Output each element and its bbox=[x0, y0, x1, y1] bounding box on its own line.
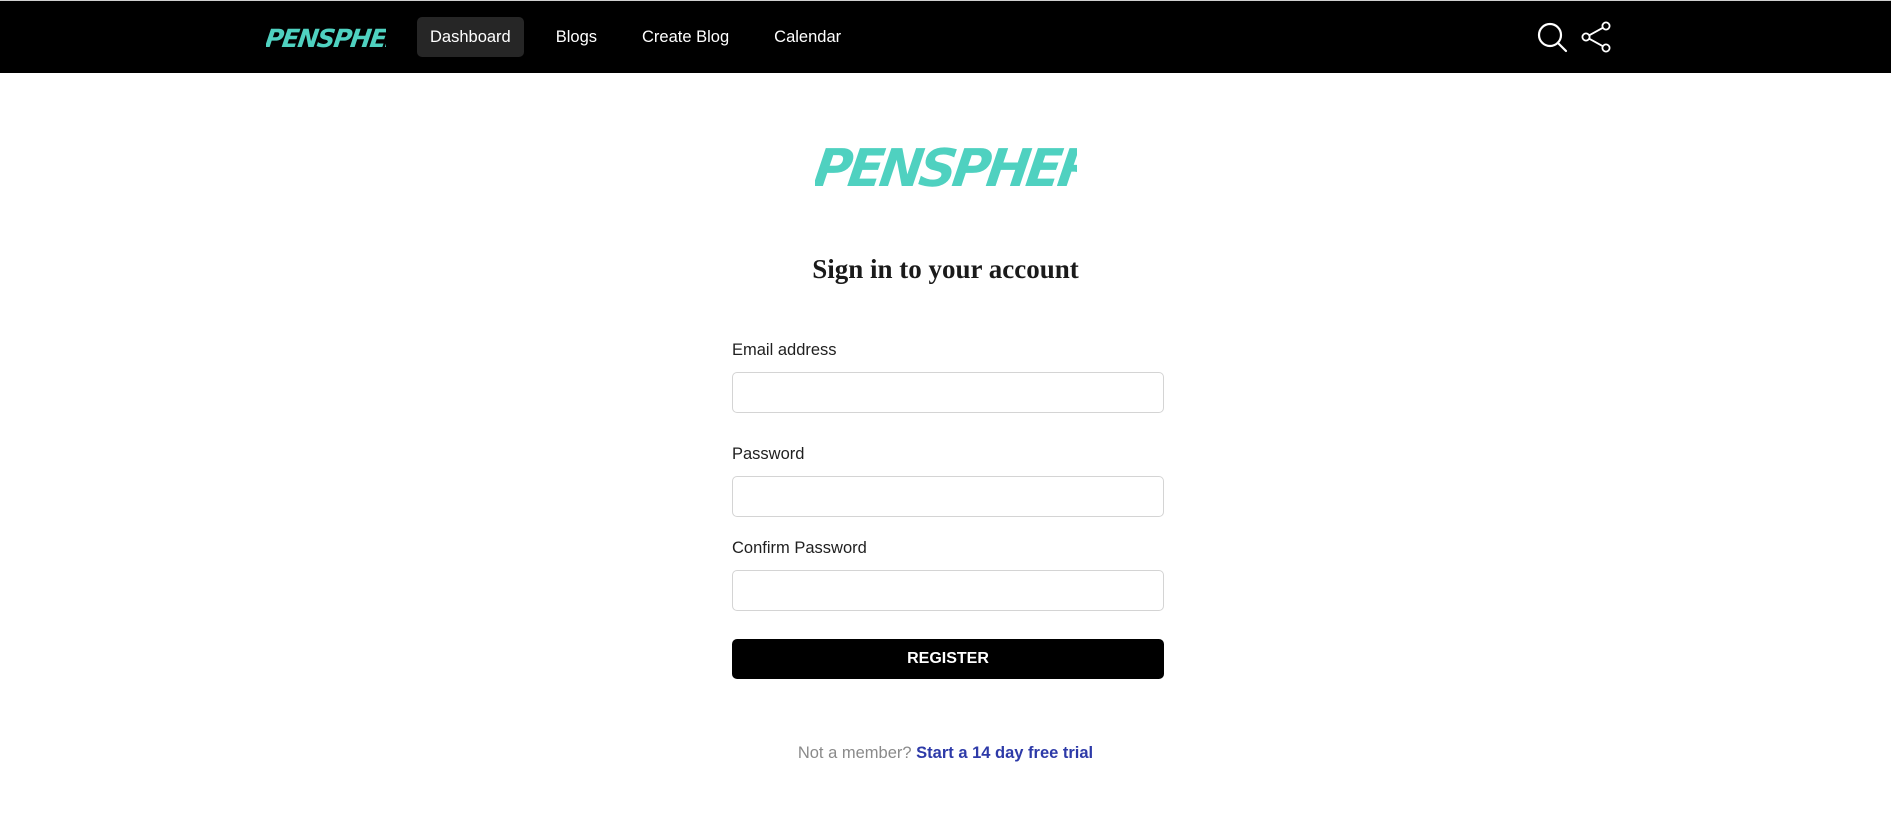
brand-logo-large: PENSPHERE bbox=[815, 136, 1077, 198]
register-button[interactable]: REGISTER bbox=[732, 639, 1164, 679]
main-nav: Dashboard Blogs Create Blog Calendar bbox=[417, 17, 873, 57]
email-field[interactable] bbox=[732, 372, 1164, 413]
page-title: Sign in to your account bbox=[812, 254, 1079, 284]
nav-item-blogs[interactable]: Blogs bbox=[543, 17, 610, 57]
nav-item-dashboard[interactable]: Dashboard bbox=[417, 17, 524, 57]
brand-logo[interactable]: PENSPHERE bbox=[266, 21, 386, 53]
svg-text:PENSPHERE: PENSPHERE bbox=[266, 24, 386, 53]
signup-prompt-text: Not a member? bbox=[797, 743, 912, 762]
free-trial-link[interactable]: Start a 14 day free trial bbox=[916, 744, 1093, 762]
password-field[interactable] bbox=[732, 476, 1164, 517]
top-navbar: PENSPHERE Dashboard Blogs Create Blog Ca… bbox=[0, 0, 1891, 73]
password-label: Password bbox=[732, 445, 805, 463]
confirm-password-field-group: Confirm Password bbox=[732, 538, 1164, 611]
share-icon[interactable] bbox=[1580, 21, 1612, 53]
nav-actions bbox=[1536, 21, 1612, 53]
nav-item-calendar[interactable]: Calendar bbox=[761, 17, 854, 57]
nav-item-create-blog[interactable]: Create Blog bbox=[629, 17, 742, 57]
confirm-password-label: Confirm Password bbox=[732, 539, 867, 557]
search-icon[interactable] bbox=[1536, 21, 1568, 53]
svg-text:PENSPHERE: PENSPHERE bbox=[815, 139, 1077, 198]
email-field-group: Email address bbox=[732, 340, 1164, 413]
confirm-password-field[interactable] bbox=[732, 570, 1164, 611]
signup-prompt: Not a member? Start a 14 day free trial bbox=[0, 744, 1891, 763]
email-label: Email address bbox=[732, 341, 837, 359]
password-field-group: Password bbox=[732, 444, 1164, 517]
